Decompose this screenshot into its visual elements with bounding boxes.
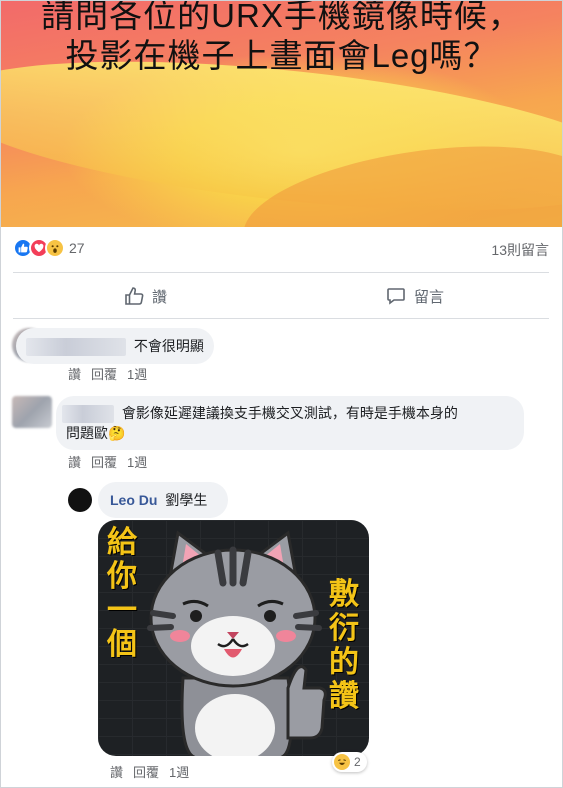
sticker-text-right: 敷 衍 的 讚 xyxy=(329,577,359,714)
post-title-line2: 投影在機子上畫面會Leg嗎？ xyxy=(65,37,498,74)
reply-like-link[interactable]: 讚 xyxy=(110,762,123,781)
comment-text-line2: 問題歐 xyxy=(66,425,108,442)
reply-actions: 讚 回覆 1週 xyxy=(110,762,189,781)
reply-author[interactable]: Leo Du xyxy=(110,492,157,508)
comment-time[interactable]: 1週 xyxy=(127,452,147,471)
divider-top xyxy=(13,272,549,273)
commenter-avatar[interactable] xyxy=(12,396,52,428)
commenter-name-blurred[interactable] xyxy=(26,338,126,357)
reaction-summary[interactable]: 27 xyxy=(13,237,85,259)
like-button[interactable]: 讚 xyxy=(124,284,167,308)
comment-text-line1: 會影像延遲建議換支手機交叉測試，有時是手機本身的 xyxy=(121,405,458,421)
reply-text: 劉學生 xyxy=(165,492,208,508)
wow-icon xyxy=(45,238,65,258)
commenter-name-blurred[interactable] xyxy=(62,405,114,424)
sticker-reaction-badge[interactable]: 2 xyxy=(332,752,367,772)
reply-bubble: Leo Du 劉學生 xyxy=(98,482,228,518)
comment-reply-link[interactable]: 回覆 xyxy=(91,452,117,471)
speech-bubble-icon xyxy=(387,288,405,305)
haha-icon xyxy=(334,754,350,770)
comment-actions: 讚 回覆 1週 xyxy=(68,452,147,471)
sticker-text-left: 給 你 一 個 xyxy=(107,525,137,662)
reaction-count[interactable]: 27 xyxy=(69,240,85,256)
sticker-image[interactable]: 給 你 一 個 敷 衍 的 讚 xyxy=(98,520,369,756)
reply-avatar[interactable] xyxy=(68,488,92,512)
reply-reply-link[interactable]: 回覆 xyxy=(133,762,159,781)
comment-button-label: 留言 xyxy=(414,288,445,306)
comment-text: 不會很明顯 xyxy=(133,338,204,354)
comments-count-link[interactable]: 13則留言 xyxy=(491,240,549,260)
comment-button[interactable]: 留言 xyxy=(386,284,444,308)
comment-like-link[interactable]: 讚 xyxy=(68,452,81,471)
comment-like-link[interactable]: 讚 xyxy=(68,364,81,383)
comment-reply-link[interactable]: 回覆 xyxy=(91,364,117,383)
comment-actions: 讚 回覆 1週 xyxy=(68,364,147,383)
like-button-label: 讚 xyxy=(152,288,168,306)
comment-time[interactable]: 1週 xyxy=(127,364,147,383)
post-title-line1: 請問各位的URX手機鏡像時候， xyxy=(41,1,522,34)
thinking-face-icon: 🤔 xyxy=(108,425,126,442)
sticker-reaction-count: 2 xyxy=(354,755,361,769)
reply-time[interactable]: 1週 xyxy=(169,762,189,781)
post-image[interactable]: 請問各位的URX手機鏡像時候， 投影在機子上畫面會Leg嗎？ xyxy=(1,1,562,227)
thumbs-up-icon xyxy=(125,287,144,305)
comment-bubble: 不會很明顯 xyxy=(16,328,214,364)
divider-bottom xyxy=(13,318,549,319)
cat-illustration xyxy=(147,530,327,756)
comment-bubble: 會影像延遲建議換支手機交叉測試，有時是手機本身的 問題歐🤔 xyxy=(56,396,524,450)
